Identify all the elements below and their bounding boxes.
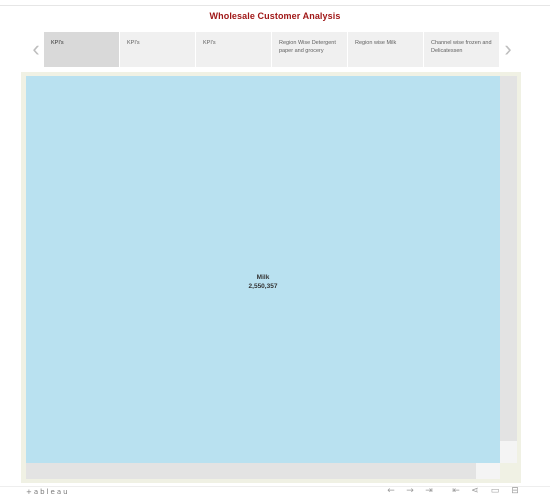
horizontal-scrollbar[interactable]: [26, 463, 500, 479]
redo-icon[interactable]: →: [404, 486, 416, 496]
share-icon[interactable]: ⋖: [469, 486, 481, 496]
tile-label: Milk 2,550,357: [26, 273, 500, 291]
story-point-1[interactable]: KPI's: [44, 32, 119, 67]
story-point-6[interactable]: Channel wise frozen and Delicatessen: [424, 32, 499, 67]
vertical-scrollbar[interactable]: [500, 76, 517, 463]
bottom-toolbar: [0, 486, 550, 497]
chevron-left-icon[interactable]: ‹: [29, 36, 43, 62]
tile-measure: Milk: [256, 274, 270, 281]
story-point-4[interactable]: Region Wise Detergent paper and grocery: [272, 32, 347, 67]
scroll-corner: [476, 463, 500, 479]
story-points-bar: KPI's KPI's KPI's Region Wise Detergent …: [44, 32, 500, 67]
treemap-tile-milk[interactable]: Milk 2,550,357: [26, 76, 500, 463]
story-point-2[interactable]: KPI's: [120, 32, 195, 67]
refresh-icon[interactable]: ⇤: [450, 486, 462, 496]
story-point-5[interactable]: Region wise Milk: [348, 32, 423, 67]
chevron-right-icon[interactable]: ›: [501, 36, 515, 62]
comment-icon[interactable]: ▭: [489, 486, 501, 496]
tableau-logo: +ableau: [26, 488, 70, 496]
download-icon[interactable]: ⊟: [509, 486, 521, 496]
undo-icon[interactable]: ←: [385, 486, 397, 496]
vertical-scroll-thumb[interactable]: [500, 441, 517, 463]
revert-icon[interactable]: ⇥: [423, 486, 435, 496]
tile-value: 2,550,357: [248, 283, 278, 290]
story-point-3[interactable]: KPI's: [196, 32, 271, 67]
brand-text: +ableau: [26, 488, 70, 496]
story-title: Wholesale Customer Analysis: [209, 11, 341, 21]
top-divider: [0, 5, 550, 6]
